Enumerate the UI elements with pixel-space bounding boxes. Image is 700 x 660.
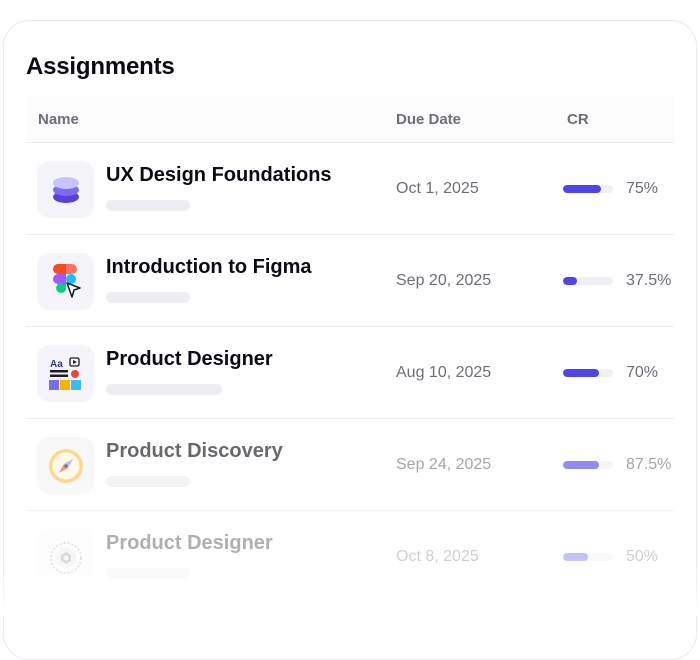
table-row[interactable]: Aa Product Designer Aug 10, 2025 70% — [26, 327, 674, 419]
design-board-icon: Aa — [37, 345, 94, 402]
progress-bar — [563, 553, 613, 561]
completion-rate: 70% — [626, 364, 659, 381]
gear-badge-icon — [37, 529, 94, 586]
column-name-header[interactable]: Name — [38, 111, 79, 128]
progress-bar — [563, 277, 613, 285]
table-row[interactable]: Product Designer Oct 8, 2025 50% — [26, 511, 674, 602]
due-date: Oct 8, 2025 — [396, 548, 479, 565]
course-name: UX Design Foundations — [106, 164, 332, 186]
assignments-table: Name Due Date CR UX Design Foundations O… — [26, 96, 674, 602]
table-row[interactable]: UX Design Foundations Oct 1, 2025 75% — [26, 143, 674, 235]
column-cr-header[interactable]: CR — [567, 111, 589, 128]
subtitle-placeholder — [106, 292, 190, 303]
completion-rate: 75% — [626, 180, 659, 197]
course-name: Introduction to Figma — [106, 256, 312, 278]
course-name: Product Discovery — [106, 440, 283, 462]
column-due-date-header[interactable]: Due Date — [396, 111, 461, 128]
stack-layers-icon — [37, 161, 94, 218]
due-date: Oct 1, 2025 — [396, 180, 479, 197]
subtitle-placeholder — [106, 476, 190, 487]
figma-logo-icon — [37, 253, 94, 310]
table-header: Name Due Date CR — [26, 96, 674, 143]
course-name: Product Designer — [106, 532, 273, 554]
subtitle-placeholder — [106, 384, 222, 395]
compass-icon — [37, 437, 94, 494]
subtitle-placeholder — [106, 200, 190, 211]
due-date: Sep 20, 2025 — [396, 272, 492, 289]
table-row[interactable]: Introduction to Figma Sep 20, 2025 37.5% — [26, 235, 674, 327]
completion-rate: 50% — [626, 548, 659, 565]
card-title: Assignments — [26, 53, 175, 80]
progress-bar — [563, 185, 613, 193]
progress-bar — [563, 369, 613, 377]
completion-rate: 87.5% — [626, 456, 672, 473]
progress-bar — [563, 461, 613, 469]
svg-text:Aa: Aa — [50, 359, 63, 370]
subtitle-placeholder — [106, 568, 190, 579]
due-date: Aug 10, 2025 — [396, 364, 492, 381]
table-row[interactable]: Product Discovery Sep 24, 2025 87.5% — [26, 419, 674, 511]
completion-rate: 37.5% — [626, 272, 672, 289]
due-date: Sep 24, 2025 — [396, 456, 492, 473]
course-name: Product Designer — [106, 348, 273, 370]
